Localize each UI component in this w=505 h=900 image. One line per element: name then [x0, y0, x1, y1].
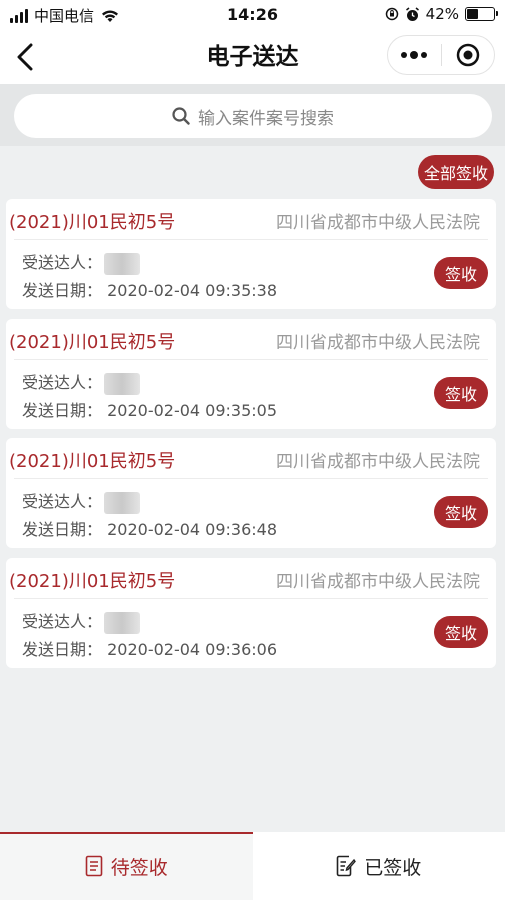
send-date-label: 发送日期：: [22, 401, 103, 420]
send-date-value: 2020-02-04 09:36:48: [107, 520, 278, 539]
search-placeholder: 输入案件案号搜索: [198, 108, 334, 129]
tab-signed-label: 已签收: [364, 856, 422, 879]
divider: [14, 239, 488, 240]
recipient-label: 受送达人：: [22, 373, 103, 392]
send-date-label: 发送日期：: [22, 640, 103, 659]
case-number: (2021)川01民初5号: [9, 571, 176, 592]
delivery-card[interactable]: (2021)川01民初5号 四川省成都市中级人民法院 受送达人： 发送日期： 2…: [6, 438, 496, 548]
court-name: 四川省成都市中级人民法院: [276, 572, 480, 592]
recipient-label: 受送达人：: [22, 612, 103, 631]
date-row: 发送日期： 2020-02-04 09:35:05: [22, 397, 277, 421]
mini-program-capsule: [387, 35, 495, 75]
recipient-row: 受送达人：: [22, 249, 141, 275]
delivery-card[interactable]: (2021)川01民初5号 四川省成都市中级人民法院 受送达人： 发送日期： 2…: [6, 199, 496, 309]
back-button[interactable]: [10, 40, 40, 74]
recipient-redacted: [104, 611, 141, 634]
bottom-tab-bar: 待签收 已签收: [0, 832, 505, 900]
date-row: 发送日期： 2020-02-04 09:36:48: [22, 516, 277, 540]
recipient-label: 受送达人：: [22, 253, 103, 272]
recipient-label: 受送达人：: [22, 492, 103, 511]
delivery-card[interactable]: (2021)川01民初5号 四川省成都市中级人民法院 受送达人： 发送日期： 2…: [6, 319, 496, 429]
divider: [14, 598, 488, 599]
alarm-icon: [405, 6, 419, 21]
send-date-label: 发送日期：: [22, 520, 103, 539]
delivery-card[interactable]: (2021)川01民初5号 四川省成都市中级人民法院 受送达人： 发送日期： 2…: [6, 558, 496, 668]
divider: [14, 478, 488, 479]
recipient-redacted: [104, 491, 141, 514]
send-date-label: 发送日期：: [22, 281, 103, 300]
tab-signed[interactable]: 已签收: [252, 832, 505, 900]
sign-button[interactable]: 签收: [434, 377, 488, 409]
battery-icon: [465, 7, 498, 21]
date-row: 发送日期： 2020-02-04 09:35:38: [22, 277, 277, 301]
recipient-redacted: [104, 252, 141, 275]
search-icon: [172, 107, 190, 125]
recipient-row: 受送达人：: [22, 369, 141, 395]
send-date-value: 2020-02-04 09:35:05: [107, 401, 278, 420]
status-right: 42%: [385, 5, 498, 23]
card-header: (2021)川01民初5号 四川省成都市中级人民法院: [6, 558, 496, 598]
search-area: 输入案件案号搜索: [0, 84, 505, 146]
send-date-value: 2020-02-04 09:35:38: [107, 281, 278, 300]
court-name: 四川省成都市中级人民法院: [276, 333, 480, 353]
court-name: 四川省成都市中级人民法院: [276, 213, 480, 233]
case-number: (2021)川01民初5号: [9, 332, 176, 353]
sign-all-button[interactable]: 全部签收: [418, 155, 494, 189]
battery-percent: 42%: [425, 5, 459, 23]
rotation-lock-icon: [385, 7, 398, 21]
tab-pending-label: 待签收: [110, 856, 168, 879]
send-date-value: 2020-02-04 09:36:06: [107, 640, 278, 659]
sign-button[interactable]: 签收: [434, 496, 488, 528]
card-header: (2021)川01民初5号 四川省成都市中级人民法院: [6, 319, 496, 359]
tab-pending[interactable]: 待签收: [0, 832, 253, 900]
close-mini-program-button[interactable]: [441, 35, 494, 75]
recipient-redacted: [104, 372, 141, 395]
document-list-icon: [85, 855, 103, 877]
status-bar: 中国电信 14:26 42%: [0, 0, 505, 30]
court-name: 四川省成都市中级人民法院: [276, 452, 480, 472]
sign-button[interactable]: 签收: [434, 616, 488, 648]
recipient-row: 受送达人：: [22, 608, 141, 634]
card-header: (2021)川01民初5号 四川省成都市中级人民法院: [6, 199, 496, 239]
target-circle-icon: [456, 43, 479, 67]
recipient-row: 受送达人：: [22, 488, 141, 514]
document-edit-icon: [336, 855, 357, 877]
card-header: (2021)川01民初5号 四川省成都市中级人民法院: [6, 438, 496, 478]
case-number: (2021)川01民初5号: [9, 212, 176, 233]
sign-button[interactable]: 签收: [434, 257, 488, 289]
date-row: 发送日期： 2020-02-04 09:36:06: [22, 636, 277, 660]
search-input[interactable]: 输入案件案号搜索: [14, 94, 492, 138]
more-button[interactable]: [388, 35, 441, 75]
more-dots-icon: [401, 51, 428, 59]
nav-bar: 电子送达: [0, 30, 505, 84]
divider: [14, 359, 488, 360]
battery-fill: [467, 9, 478, 19]
chevron-left-icon: [17, 43, 33, 71]
case-number: (2021)川01民初5号: [9, 451, 176, 472]
